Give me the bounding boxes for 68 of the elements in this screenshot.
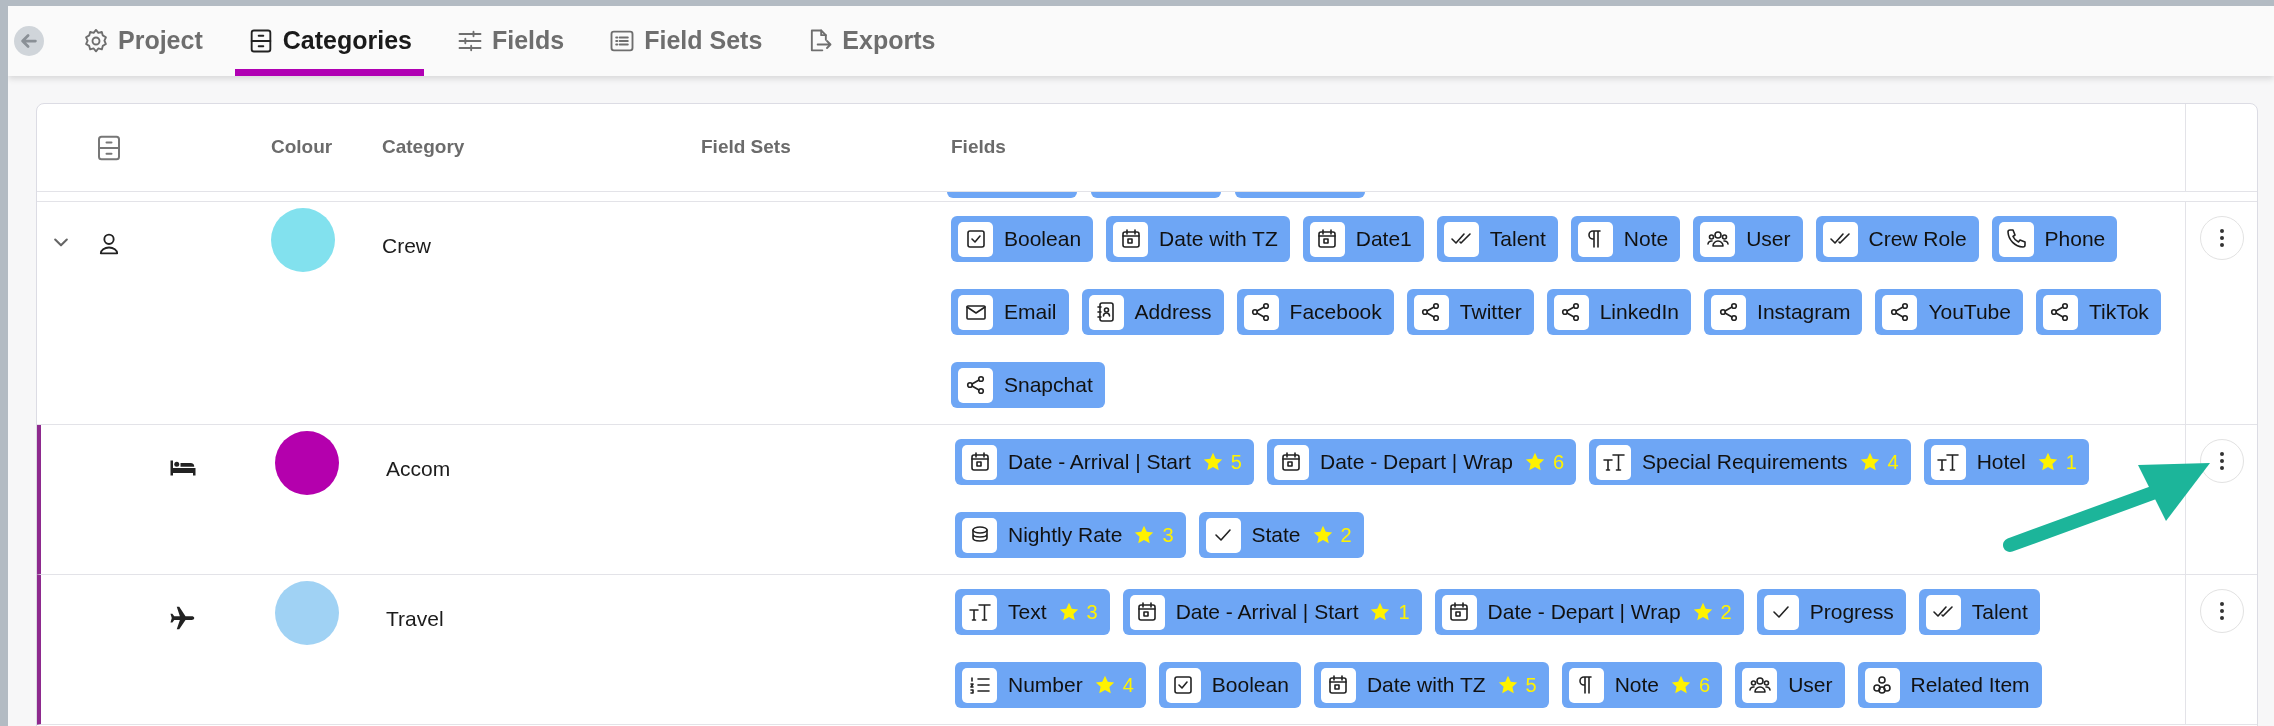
star-icon [1496,674,1519,696]
field-tag: Note 6 [1561,662,1723,708]
field-tag: Talent [1918,589,2040,635]
phone-icon [2004,227,2029,251]
star-icon [1093,674,1116,696]
field-tag: Talent [1436,216,1558,262]
field-tag: Date - Depart | Wrap 6 [1266,439,1577,485]
field-tag: Date with TZ 5 [1313,662,1549,708]
field-tag: Twitter [1406,289,1534,335]
more-button[interactable] [2199,589,2244,633]
field-tag: Text 3 [955,589,1110,635]
more-icon [2218,228,2225,248]
tab[interactable]: Categories [234,6,424,76]
column-header: Colour [271,136,333,158]
category-name: Travel [386,607,444,630]
star-icon [1057,601,1080,623]
field-tag: Number 4 [955,662,1146,708]
field-tag: Nightly Rate 3 [955,512,1186,558]
field-tag: Date - Arrival | Start 1 [1122,589,1422,635]
category-name: Crew [382,234,431,257]
field-tag: LinkedIn [1546,289,1692,335]
field-tag: User [1693,216,1803,262]
column-header: Category [382,136,465,158]
field-tag: Phone [1991,216,2118,262]
field-tag: YouTube [1875,289,2023,335]
field-tag: Hotel 1 [1923,439,2089,485]
star-icon [1858,451,1881,473]
tab[interactable]: Fields [444,6,577,76]
more-icon [2218,601,2225,621]
star-icon [1691,601,1714,623]
gear-icon [82,27,110,55]
field-tag: Boolean [951,216,1094,262]
field-tag: Related Item [1857,662,2042,708]
tab[interactable]: Project [70,6,215,76]
field-tag: Crew Role [1815,216,1979,262]
field-tag: Progress [1756,589,1906,635]
field-tag: Date1 [1302,216,1424,262]
back-button[interactable] [14,26,44,56]
star-icon [2036,451,2059,473]
field-tag: Date - Arrival | Start 5 [955,439,1254,485]
field-tag: Address [1081,289,1224,335]
field-tag: Date with TZ [1106,216,1290,262]
star-icon [1133,524,1156,546]
star-icon [1311,524,1334,546]
field-tag: Boolean [1158,662,1301,708]
more-icon [2218,451,2225,471]
star-icon [1670,674,1693,696]
column-header: Fields [951,136,1006,158]
star-icon [1369,601,1392,623]
tab[interactable]: Exports [794,6,948,76]
field-tag: Special Requirements 4 [1589,439,1911,485]
circles-icon [1870,673,1894,697]
category-name: Accom [386,457,451,480]
field-tag: User [1735,662,1845,708]
field-tag: Note [1570,216,1681,262]
field-tag: Date - Depart | Wrap 2 [1434,589,1744,635]
star-icon [1523,451,1546,473]
field-tag: Email [951,289,1069,335]
more-button[interactable] [2199,216,2244,260]
field-tag: TikTok [2035,289,2161,335]
more-button[interactable] [2199,439,2244,483]
field-tag: Facebook [1236,289,1394,335]
field-tag: State 2 [1198,512,1364,558]
star-icon [1201,451,1224,473]
field-tag: Instagram [1704,289,1863,335]
field-tag: Snapchat [951,362,1105,408]
column-header: Field Sets [701,136,791,158]
tab[interactable]: Field Sets [596,6,775,76]
